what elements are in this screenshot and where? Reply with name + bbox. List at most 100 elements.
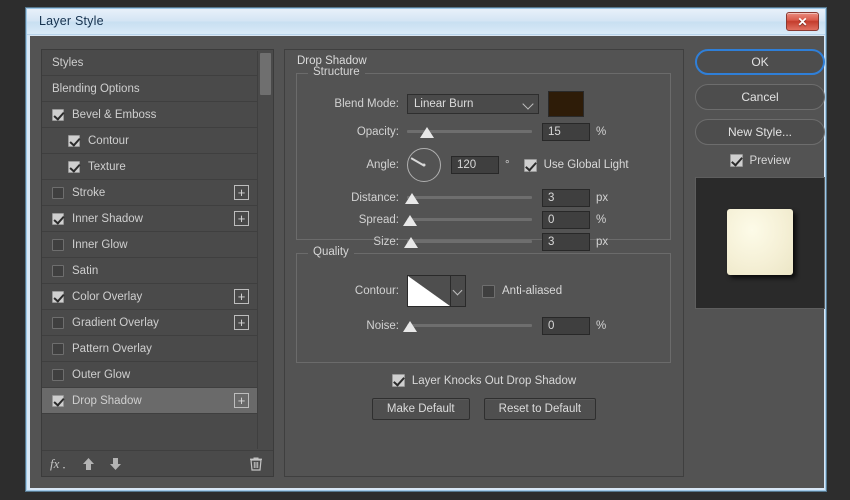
- add-effect-icon[interactable]: +: [234, 393, 249, 408]
- spread-unit: %: [596, 214, 606, 226]
- style-checkbox[interactable]: [52, 291, 64, 303]
- use-global-light-checkbox[interactable]: Use Global Light: [524, 159, 629, 172]
- desktop-backdrop: Layer Style ✕ Styles Blending Options: [0, 0, 850, 500]
- arrow-up-icon[interactable]: [82, 457, 95, 471]
- make-default-button[interactable]: Make Default: [372, 398, 470, 420]
- use-global-light-label: Use Global Light: [544, 159, 629, 171]
- slider-thumb[interactable]: [420, 127, 434, 138]
- angle-input[interactable]: 120: [451, 156, 499, 174]
- reset-to-default-button[interactable]: Reset to Default: [484, 398, 596, 420]
- angle-dial[interactable]: [407, 148, 441, 182]
- style-row-blending-options[interactable]: Blending Options: [42, 76, 257, 102]
- styles-list-scrollbar[interactable]: [257, 51, 272, 449]
- cancel-button[interactable]: Cancel: [695, 84, 825, 110]
- style-checkbox[interactable]: [52, 343, 64, 355]
- distance-slider[interactable]: [407, 190, 532, 206]
- contour-swatch[interactable]: [407, 275, 451, 307]
- default-buttons-row: Make Default Reset to Default: [285, 398, 683, 420]
- noise-input[interactable]: 0: [542, 317, 590, 335]
- style-checkbox[interactable]: [52, 239, 64, 251]
- style-label: Inner Glow: [72, 239, 128, 251]
- actions-panel: OK Cancel New Style... Preview: [695, 49, 815, 477]
- style-label: Inner Shadow: [72, 213, 143, 225]
- noise-row: Noise: 0 %: [307, 316, 662, 336]
- opacity-input[interactable]: 15: [542, 123, 590, 141]
- add-effect-icon[interactable]: +: [234, 211, 249, 226]
- style-label: Contour: [88, 135, 129, 147]
- scrollbar-thumb[interactable]: [260, 53, 271, 95]
- arrow-down-icon[interactable]: [109, 457, 122, 471]
- layer-knocks-out-checkbox[interactable]: Layer Knocks Out Drop Shadow: [392, 374, 576, 387]
- svg-text:fx: fx: [50, 456, 60, 471]
- anti-aliased-label: Anti-aliased: [502, 285, 562, 297]
- ok-button[interactable]: OK: [695, 49, 825, 75]
- dialog-titlebar[interactable]: Layer Style ✕: [27, 9, 825, 35]
- spread-input[interactable]: 0: [542, 211, 590, 229]
- style-row-stroke[interactable]: Stroke +: [42, 180, 257, 206]
- style-checkbox[interactable]: [52, 213, 64, 225]
- style-checkbox[interactable]: [52, 265, 64, 277]
- slider-thumb[interactable]: [403, 215, 417, 226]
- style-row-color-overlay[interactable]: Color Overlay +: [42, 284, 257, 310]
- style-label: Texture: [88, 161, 126, 173]
- anti-aliased-checkbox[interactable]: Anti-aliased: [482, 285, 562, 298]
- slider-track: [407, 196, 532, 199]
- style-row-inner-shadow[interactable]: Inner Shadow +: [42, 206, 257, 232]
- size-slider[interactable]: [407, 234, 532, 250]
- slider-thumb[interactable]: [405, 193, 419, 204]
- opacity-slider[interactable]: [407, 124, 532, 140]
- fx-icon[interactable]: fx: [50, 456, 68, 472]
- quality-group-title: Quality: [308, 246, 354, 258]
- style-row-texture[interactable]: Texture: [42, 154, 257, 180]
- distance-input[interactable]: 3: [542, 189, 590, 207]
- noise-slider[interactable]: [407, 318, 532, 334]
- style-row-satin[interactable]: Satin: [42, 258, 257, 284]
- style-row-gradient-overlay[interactable]: Gradient Overlay +: [42, 310, 257, 336]
- layer-style-dialog-window: Layer Style ✕ Styles Blending Options: [26, 8, 826, 491]
- slider-track: [407, 324, 532, 327]
- quality-group: Quality Contour:: [296, 253, 671, 363]
- style-checkbox[interactable]: [52, 187, 64, 199]
- preview-label: Preview: [750, 155, 791, 167]
- style-label: Satin: [72, 265, 98, 277]
- size-input[interactable]: 3: [542, 233, 590, 251]
- slider-thumb[interactable]: [403, 321, 417, 332]
- style-row-pattern-overlay[interactable]: Pattern Overlay: [42, 336, 257, 362]
- blend-mode-select[interactable]: Linear Burn: [407, 94, 539, 114]
- size-unit: px: [596, 236, 608, 248]
- preview-checkbox[interactable]: Preview: [730, 154, 791, 167]
- style-checkbox[interactable]: [52, 109, 64, 121]
- add-effect-icon[interactable]: +: [234, 315, 249, 330]
- close-button[interactable]: ✕: [786, 12, 819, 31]
- knockout-row: Layer Knocks Out Drop Shadow: [285, 374, 683, 387]
- style-checkbox[interactable]: [52, 395, 64, 407]
- style-label: Bevel & Emboss: [72, 109, 156, 121]
- style-checkbox[interactable]: [52, 317, 64, 329]
- shadow-color-swatch[interactable]: [548, 91, 584, 117]
- style-row-inner-glow[interactable]: Inner Glow: [42, 232, 257, 258]
- style-checkbox[interactable]: [52, 369, 64, 381]
- distance-unit: px: [596, 192, 608, 204]
- style-checkbox[interactable]: [68, 161, 80, 173]
- slider-thumb[interactable]: [404, 237, 418, 248]
- trash-icon[interactable]: [249, 456, 263, 472]
- spread-slider[interactable]: [407, 212, 532, 228]
- style-row-styles[interactable]: Styles: [42, 50, 257, 76]
- contour-picker[interactable]: [407, 275, 466, 307]
- style-label: Pattern Overlay: [72, 343, 152, 355]
- style-row-contour[interactable]: Contour: [42, 128, 257, 154]
- contour-dropdown-button[interactable]: [451, 275, 466, 307]
- style-row-drop-shadow[interactable]: Drop Shadow +: [42, 388, 257, 414]
- styles-list: Styles Blending Options Bevel & Emboss C…: [42, 50, 257, 450]
- add-effect-icon[interactable]: +: [234, 289, 249, 304]
- style-row-bevel-emboss[interactable]: Bevel & Emboss: [42, 102, 257, 128]
- style-row-outer-glow[interactable]: Outer Glow: [42, 362, 257, 388]
- preview-shape: [727, 209, 793, 275]
- structure-group-title: Structure: [308, 66, 365, 78]
- style-label: Outer Glow: [72, 369, 130, 381]
- preview-toggle-row: Preview: [695, 154, 825, 167]
- settings-panel: Drop Shadow Structure Blend Mode: Linear…: [284, 49, 684, 477]
- add-effect-icon[interactable]: +: [234, 185, 249, 200]
- style-checkbox[interactable]: [68, 135, 80, 147]
- new-style-button[interactable]: New Style...: [695, 119, 825, 145]
